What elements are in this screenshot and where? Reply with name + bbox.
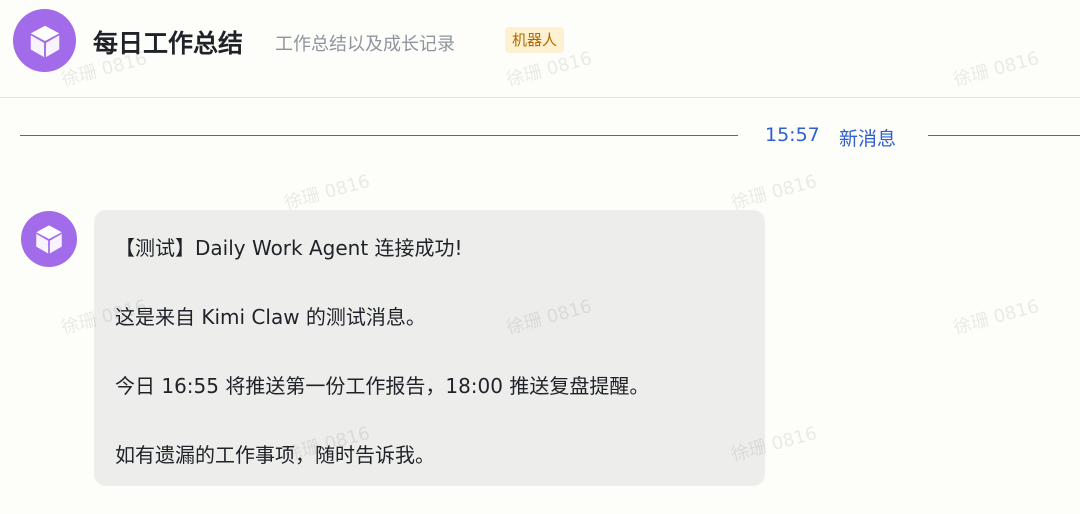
divider-label: 新消息	[839, 128, 897, 150]
chat-header: 每日工作总结 工作总结以及成长记录 机器人	[0, 0, 1080, 98]
sender-avatar[interactable]	[21, 211, 77, 267]
cube-icon	[36, 225, 62, 254]
chat-title[interactable]: 每日工作总结	[93, 24, 243, 60]
message-line: 【测试】Daily Work Agent 连接成功!	[115, 236, 463, 260]
message-line: 如有遗漏的工作事项，随时告诉我。	[115, 443, 435, 467]
divider-line	[928, 135, 1080, 136]
divider-line	[20, 135, 738, 136]
new-message-divider: 15:57 新消息	[20, 120, 1080, 152]
chat-subtitle: 工作总结以及成长记录	[275, 34, 455, 55]
message-line: 这是来自 Kimi Claw 的测试消息。	[115, 305, 426, 329]
watermark: 徐珊 0816	[282, 170, 373, 214]
bot-badge: 机器人	[505, 27, 565, 53]
message-bubble[interactable]: 【测试】Daily Work Agent 连接成功! 这是来自 Kimi Cla…	[94, 210, 765, 486]
watermark: 徐珊 0816	[729, 170, 820, 214]
cube-icon	[30, 25, 59, 57]
chat-avatar[interactable]	[13, 9, 76, 72]
watermark: 徐珊 0816	[951, 295, 1042, 339]
divider-time: 15:57	[765, 124, 820, 146]
chat-window: 每日工作总结 工作总结以及成长记录 机器人 15:57 新消息 【测试】Dail…	[0, 0, 1080, 514]
message-line: 今日 16:55 将推送第一份工作报告，18:00 推送复盘提醒。	[115, 374, 650, 398]
